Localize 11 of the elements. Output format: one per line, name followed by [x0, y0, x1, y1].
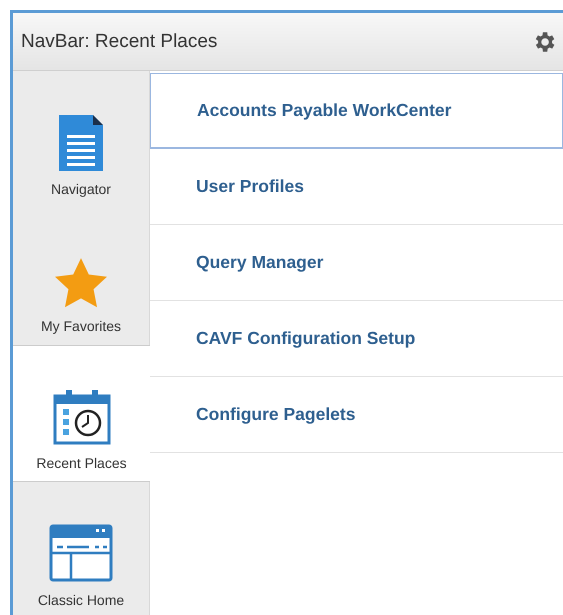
recent-place-link[interactable]: Accounts Payable WorkCenter [150, 73, 563, 149]
document-icon [59, 115, 103, 171]
sidebar-tab[interactable]: Recent Places [13, 345, 150, 482]
window-title: NavBar: Recent Places [21, 30, 218, 52]
recent-place-link[interactable]: User Profiles [150, 149, 563, 225]
calendar-clock-icon [52, 389, 112, 445]
star-icon [55, 258, 107, 308]
browser-window-icon [49, 524, 113, 582]
recent-place-link[interactable]: Configure Pagelets [150, 377, 563, 453]
recent-place-link[interactable]: Query Manager [150, 225, 563, 301]
recent-place-link[interactable]: CAVF Configuration Setup [150, 301, 563, 377]
